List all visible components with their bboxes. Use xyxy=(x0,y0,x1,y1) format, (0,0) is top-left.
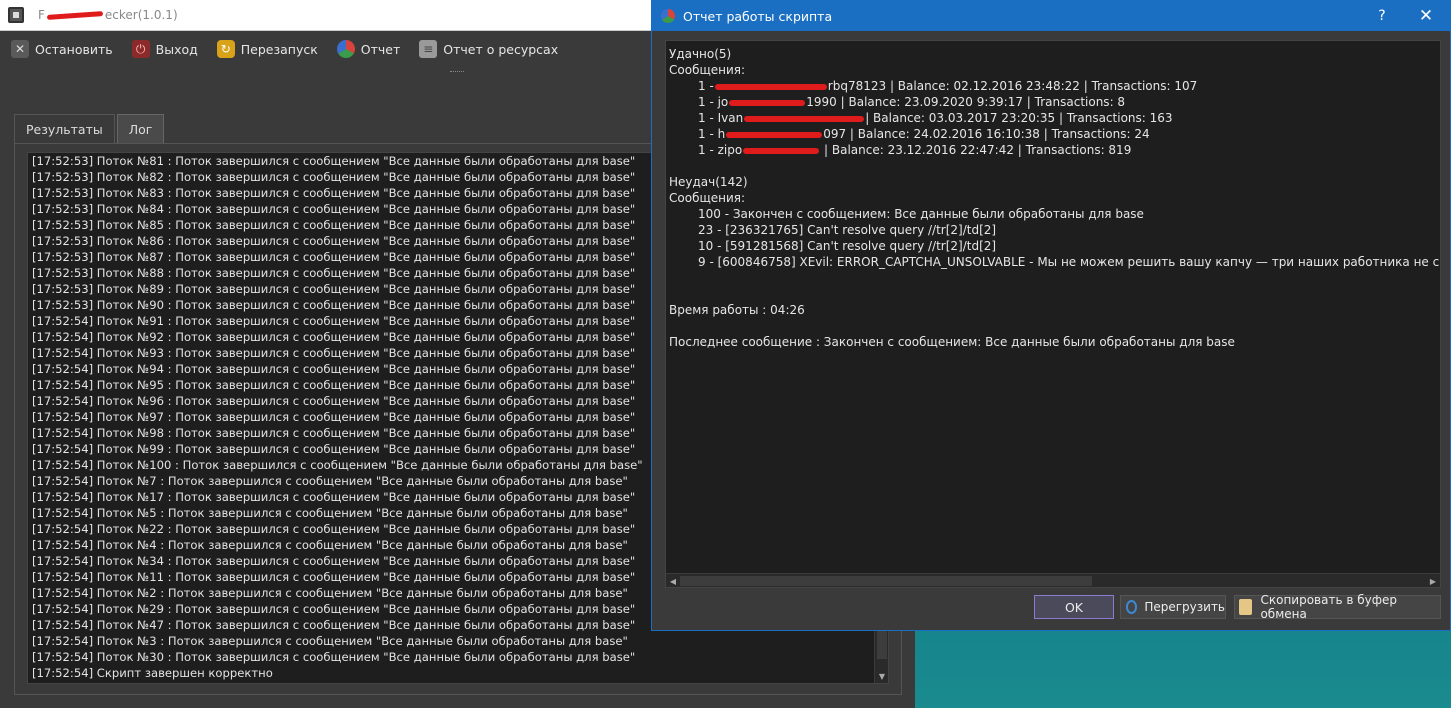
document-icon: ≡ xyxy=(419,40,438,58)
report-textarea[interactable]: Удачно(5) Сообщения: 1 - rbq78123 | Balan… xyxy=(665,40,1441,588)
redaction-mark xyxy=(743,147,820,154)
success-messages-label: Сообщения: xyxy=(669,63,746,77)
success-item-text: rbq78123 | Balance: 02.12.2016 23:48:22 … xyxy=(827,79,1198,93)
success-item-prefix: 1 - zipo xyxy=(698,143,743,157)
refresh-icon xyxy=(1126,600,1138,614)
redaction-mark xyxy=(729,99,806,106)
success-item-prefix: 1 - Ivan xyxy=(698,111,744,125)
redaction-mark xyxy=(744,115,865,122)
fail-item: 23 - [236321765] Can't resolve query //t… xyxy=(698,223,997,237)
copy-label: Скопировать в буфер обмена xyxy=(1260,593,1397,621)
success-item-prefix: 1 - xyxy=(698,79,714,93)
stop-button[interactable]: ✕ Остановить xyxy=(11,40,113,58)
fail-item: 100 - Закончен с сообщением: Все данные … xyxy=(698,207,1144,221)
restart-label: Перезапуск xyxy=(240,41,318,57)
redaction-mark xyxy=(726,131,823,138)
stop-icon: ✕ xyxy=(11,40,29,58)
report-horizontal-scrollbar[interactable]: ◀ ▶ xyxy=(666,573,1440,587)
scroll-right-arrow-icon[interactable]: ▶ xyxy=(1426,574,1440,587)
dialog-titlebar: Отчет работы скрипта ? ✕ xyxy=(652,1,1450,31)
tab-log[interactable]: Лог xyxy=(116,114,165,143)
reload-button[interactable]: Перегрузить xyxy=(1120,595,1226,619)
redaction-mark xyxy=(46,10,104,20)
success-item-text: | Balance: 03.03.2017 23:20:35 | Transac… xyxy=(865,111,1173,125)
dialog-buttons: OK Перегрузить Скопировать в буфер обмен… xyxy=(652,593,1451,621)
help-button[interactable]: ? xyxy=(1372,1,1392,31)
exit-label: Выход xyxy=(155,41,198,57)
log-line: [17:52:54] Поток №3 : Поток завершился с… xyxy=(32,634,628,648)
pie-chart-icon xyxy=(336,40,355,58)
window-title: F ecker(1.0.1) xyxy=(38,8,178,22)
report-text: Удачно(5) Сообщения: 1 - rbq78123 | Balan… xyxy=(669,46,1439,350)
fail-header: Неудач(142) xyxy=(669,175,748,189)
log-line: [17:52:54] Скрипт завершен корректно xyxy=(32,666,273,680)
pie-chart-icon xyxy=(661,9,675,23)
log-line: [17:52:54] Поток №30 : Поток завершился … xyxy=(32,650,636,664)
success-item: 1 - zipo | Balance: 23.12.2016 22:47:42 … xyxy=(669,142,1439,158)
work-time: Время работы : 04:26 xyxy=(669,303,805,317)
tab-bar: Результаты Лог xyxy=(14,114,166,143)
resources-report-label: Отчет о ресурсах xyxy=(443,41,559,57)
fail-item: 9 - [600846758] XEvil: ERROR_CAPTCHA_UNS… xyxy=(698,255,1439,269)
window-title-suffix: ecker(1.0.1) xyxy=(104,8,178,22)
report-label: Отчет xyxy=(360,41,401,57)
last-message: Последнее сообщение : Закончен с сообщен… xyxy=(669,335,1235,349)
scroll-down-arrow-icon[interactable]: ▼ xyxy=(875,669,888,683)
success-item-text: | Balance: 23.12.2016 22:47:42 | Transac… xyxy=(820,143,1132,157)
stop-label: Остановить xyxy=(35,41,113,57)
clipboard-icon xyxy=(1239,599,1253,615)
report-button[interactable]: Отчет xyxy=(336,40,401,58)
success-item-text: 1990 | Balance: 23.09.2020 9:39:17 | Tra… xyxy=(806,95,1126,109)
report-dialog: Отчет работы скрипта ? ✕ Удачно(5) Сообщ… xyxy=(651,0,1451,631)
scroll-left-arrow-icon[interactable]: ◀ xyxy=(666,574,680,587)
success-header: Удачно(5) xyxy=(669,47,732,61)
fail-item: 10 - [591281568] Can't resolve query //t… xyxy=(698,239,997,253)
success-item: 1 - Ivan | Balance: 03.03.2017 23:20:35 |… xyxy=(669,110,1439,126)
exit-button[interactable]: ⏻ Выход xyxy=(131,40,198,58)
success-item: 1 - rbq78123 | Balance: 02.12.2016 23:48:… xyxy=(669,78,1439,94)
scrollbar-thumb[interactable] xyxy=(680,576,1092,586)
success-item-prefix: 1 - h xyxy=(698,127,726,141)
resources-report-button[interactable]: ≡ Отчет о ресурсах xyxy=(419,40,558,58)
success-item: 1 - h 097 | Balance: 24.02.2016 16:10:38 … xyxy=(669,126,1439,142)
close-button[interactable]: ✕ xyxy=(1412,1,1440,31)
success-item: 1 - jo 1990 | Balance: 23.09.2020 9:39:17… xyxy=(669,94,1439,110)
success-item-prefix: 1 - jo xyxy=(698,95,729,109)
window-title-prefix: F xyxy=(38,8,45,22)
ok-button[interactable]: OK xyxy=(1034,595,1114,619)
copy-to-clipboard-button[interactable]: Скопировать в буфер обмена xyxy=(1234,593,1441,621)
success-item-text: 097 | Balance: 24.02.2016 16:10:38 | Tra… xyxy=(823,127,1150,141)
power-icon: ⏻ xyxy=(131,40,150,58)
app-icon xyxy=(8,7,24,23)
restart-button[interactable]: ↻ Перезапуск xyxy=(216,40,318,58)
fail-messages-label: Сообщения: xyxy=(669,191,746,205)
dialog-title: Отчет работы скрипта xyxy=(683,8,833,24)
reload-label: Перегрузить xyxy=(1144,600,1225,614)
redaction-mark xyxy=(714,83,827,90)
restart-icon: ↻ xyxy=(216,40,235,58)
tab-results[interactable]: Результаты xyxy=(14,114,115,143)
